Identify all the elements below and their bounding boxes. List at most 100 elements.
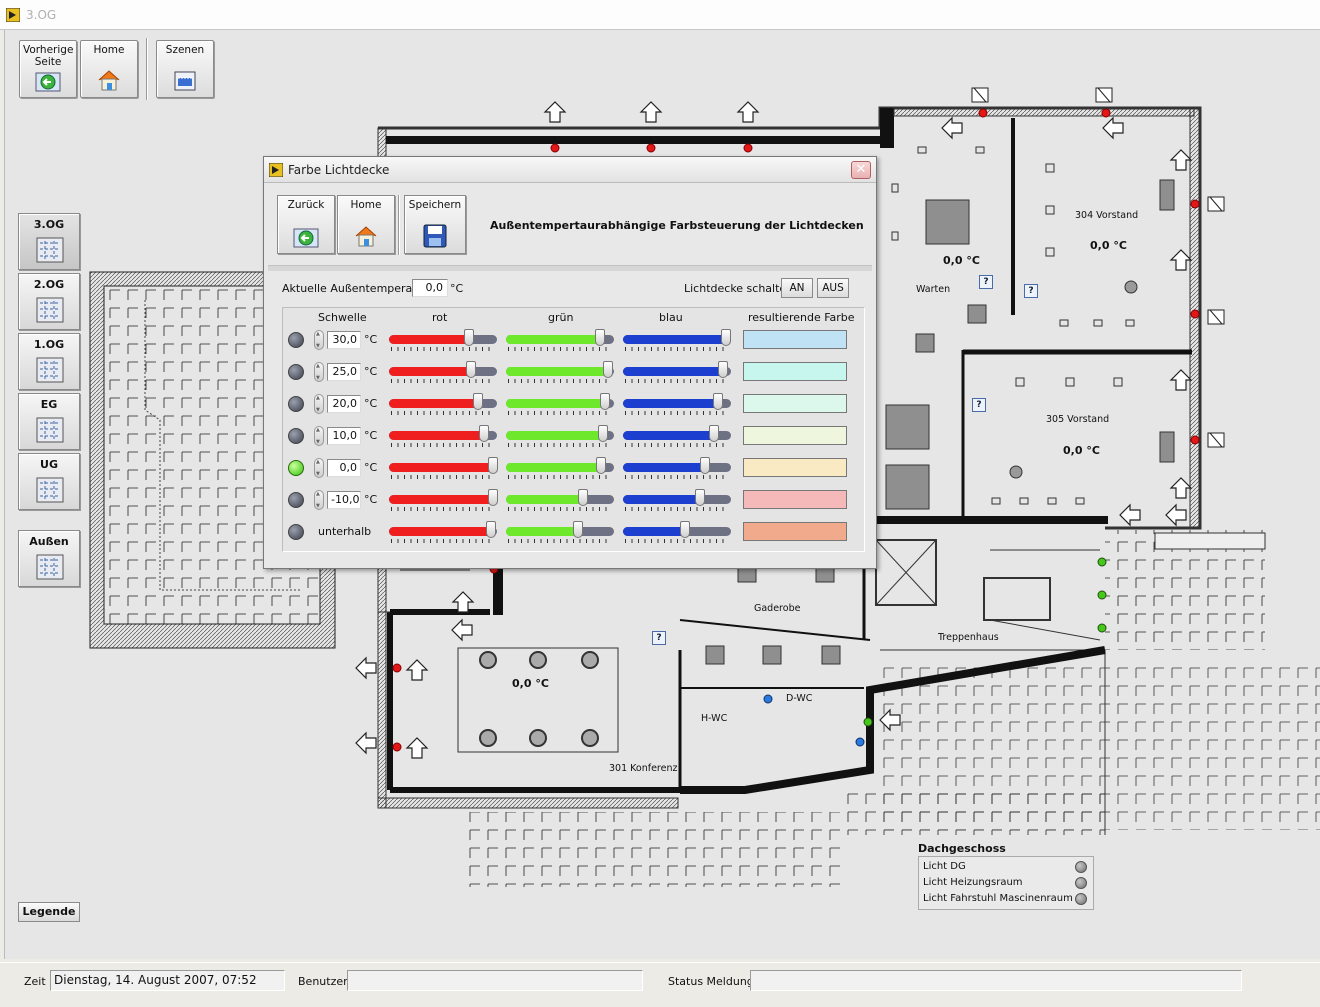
light-item[interactable]: Licht DG	[923, 860, 1089, 876]
switch-off-button[interactable]: AUS	[817, 278, 849, 298]
threshold-input[interactable]: 10,0	[327, 427, 361, 445]
blue-slider[interactable]	[623, 329, 733, 354]
threshold-input[interactable]: 30,0	[327, 331, 361, 349]
slider-thumb[interactable]	[598, 425, 609, 442]
slider-thumb[interactable]	[602, 361, 613, 378]
threshold-spinner[interactable]	[314, 426, 324, 446]
red-slider[interactable]	[389, 329, 499, 354]
slider-thumb[interactable]	[487, 457, 498, 474]
light-status-indicator[interactable]	[1075, 861, 1087, 873]
floor-button-2og[interactable]: 2.OG	[18, 273, 80, 330]
slider-ticks	[508, 539, 612, 543]
slider-thumb[interactable]	[694, 489, 705, 506]
blue-slider[interactable]	[623, 425, 733, 450]
help-button[interactable]: ?	[652, 631, 666, 645]
green-slider[interactable]	[506, 393, 616, 418]
switch-on-button[interactable]: AN	[781, 278, 813, 298]
threshold-spinner[interactable]	[314, 458, 324, 478]
green-slider[interactable]	[506, 521, 616, 546]
threshold-spinner[interactable]	[314, 330, 324, 350]
light-item[interactable]: Licht Heizungsraum	[923, 876, 1089, 892]
home-button[interactable]: Home	[337, 195, 395, 254]
green-slider[interactable]	[506, 457, 616, 482]
save-button[interactable]: Speichern	[404, 195, 466, 254]
slider-ticks	[391, 411, 495, 415]
slider-thumb[interactable]	[485, 521, 496, 538]
close-button[interactable]: ✕	[851, 161, 871, 179]
slider-thumb[interactable]	[466, 361, 477, 378]
time-field: Dienstag, 14. August 2007, 07:52	[50, 970, 285, 991]
legend-button[interactable]: Legende	[18, 902, 80, 922]
room-label: Warten	[916, 284, 951, 295]
room-label: Gaderobe	[754, 603, 801, 614]
floor-button-eg[interactable]: EG	[18, 393, 80, 450]
home-button[interactable]: Home	[80, 40, 138, 98]
result-color-swatch	[743, 330, 847, 349]
slider-ticks	[508, 379, 612, 383]
slider-fill	[389, 527, 491, 536]
floor-button-aussen[interactable]: Außen	[18, 530, 80, 587]
floor-button-ug[interactable]: UG	[18, 453, 80, 510]
slider-thumb[interactable]	[487, 489, 498, 506]
slider-thumb[interactable]	[679, 521, 690, 538]
help-button[interactable]: ?	[979, 275, 993, 289]
slider-thumb[interactable]	[472, 393, 483, 410]
blue-slider[interactable]	[623, 361, 733, 386]
threshold-spinner[interactable]	[314, 394, 324, 414]
light-status-indicator[interactable]	[1075, 877, 1087, 889]
threshold-input[interactable]: 0,0	[327, 459, 361, 477]
floor-button-3og[interactable]: 3.OG	[18, 213, 80, 270]
blue-slider[interactable]	[623, 521, 733, 546]
green-slider[interactable]	[506, 361, 616, 386]
light-item[interactable]: Licht Fahrstuhl Mascinenraum	[923, 892, 1089, 908]
slider-thumb[interactable]	[577, 489, 588, 506]
light-item-label: Licht Fahrstuhl Mascinenraum	[923, 893, 1073, 904]
red-slider[interactable]	[389, 521, 499, 546]
slider-ticks	[508, 347, 612, 351]
red-slider[interactable]	[389, 457, 499, 482]
slider-fill	[623, 335, 726, 344]
threshold-spinner[interactable]	[314, 490, 324, 510]
red-slider[interactable]	[389, 425, 499, 450]
scenes-icon	[174, 71, 196, 91]
home-icon	[98, 70, 120, 91]
threshold-spinner[interactable]	[314, 362, 324, 382]
slider-ticks	[391, 539, 495, 543]
blue-slider[interactable]	[623, 457, 733, 482]
switch-label: Lichtdecke schalten	[684, 282, 794, 295]
unit-label: °C	[364, 333, 378, 346]
blue-slider[interactable]	[623, 489, 733, 514]
slider-thumb[interactable]	[463, 329, 474, 346]
threshold-input[interactable]: -10,0	[327, 491, 361, 509]
green-slider[interactable]	[506, 489, 616, 514]
green-slider[interactable]	[506, 425, 616, 450]
slider-fill	[623, 431, 714, 440]
slider-thumb[interactable]	[594, 329, 605, 346]
light-ceiling-color-dialog: Farbe Lichtdecke ✕ Zurück Home Speichern…	[263, 156, 877, 569]
threshold-input[interactable]: 20,0	[327, 395, 361, 413]
scenes-button[interactable]: Szenen	[156, 40, 214, 98]
red-slider[interactable]	[389, 393, 499, 418]
slider-thumb[interactable]	[708, 425, 719, 442]
floorplan-icon	[36, 357, 64, 383]
slider-thumb[interactable]	[573, 521, 584, 538]
blue-slider[interactable]	[623, 393, 733, 418]
help-button[interactable]: ?	[1024, 284, 1038, 298]
slider-thumb[interactable]	[718, 361, 729, 378]
slider-thumb[interactable]	[700, 457, 711, 474]
floor-button-1og[interactable]: 1.OG	[18, 333, 80, 390]
red-slider[interactable]	[389, 489, 499, 514]
light-status-indicator[interactable]	[1075, 893, 1087, 905]
slider-thumb[interactable]	[600, 393, 611, 410]
red-slider[interactable]	[389, 361, 499, 386]
labview-app-icon	[269, 163, 283, 177]
green-slider[interactable]	[506, 329, 616, 354]
help-button[interactable]: ?	[972, 398, 986, 412]
slider-thumb[interactable]	[720, 329, 731, 346]
threshold-input[interactable]: 25,0	[327, 363, 361, 381]
previous-page-button[interactable]: Vorherige Seite	[19, 40, 77, 98]
slider-thumb[interactable]	[596, 457, 607, 474]
back-button[interactable]: Zurück	[277, 195, 335, 254]
slider-thumb[interactable]	[713, 393, 724, 410]
slider-thumb[interactable]	[479, 425, 490, 442]
